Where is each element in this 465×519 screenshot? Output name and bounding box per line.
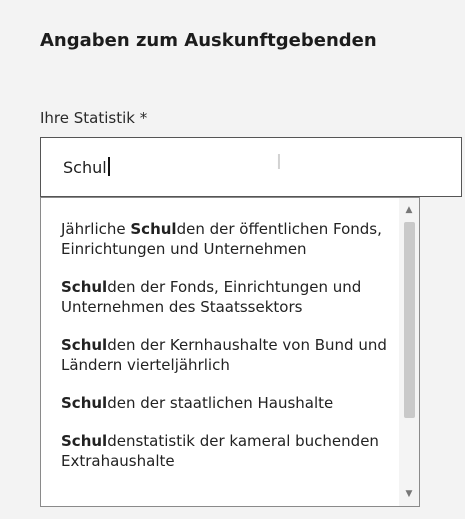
statistik-input-value: Schul	[63, 157, 110, 177]
suggestion-item[interactable]: Jährliche Schulden der öffentlichen Fond…	[41, 198, 399, 268]
suggestions-list: Jährliche Schulden der öffentlichen Fond…	[41, 198, 399, 506]
statistik-label: Ihre Statistik *	[40, 109, 148, 127]
scrollbar-thumb[interactable]	[404, 222, 415, 418]
text-caret	[107, 157, 110, 176]
suggestion-item[interactable]: Schulden der staatlichen Haushalte	[41, 384, 399, 422]
dropdown-scrollbar[interactable]: ▲ ▼	[399, 198, 419, 506]
statistik-input[interactable]: Schul I	[40, 137, 462, 197]
suggestions-dropdown[interactable]: Jährliche Schulden der öffentlichen Fond…	[40, 197, 420, 507]
suggestion-item[interactable]: Schulden der Fonds, Einrichtungen und Un…	[41, 268, 399, 326]
chevron-up-icon[interactable]: ▲	[399, 202, 419, 218]
section-title: Angaben zum Auskunftgebenden	[40, 30, 377, 51]
text-cursor-icon: I	[276, 150, 282, 174]
chevron-down-icon[interactable]: ▼	[399, 486, 419, 502]
suggestion-item[interactable]: Schulden der Kernhaushalte von Bund und …	[41, 326, 399, 384]
suggestion-item[interactable]: Schuldenstatistik der kameral buchenden …	[41, 422, 399, 480]
